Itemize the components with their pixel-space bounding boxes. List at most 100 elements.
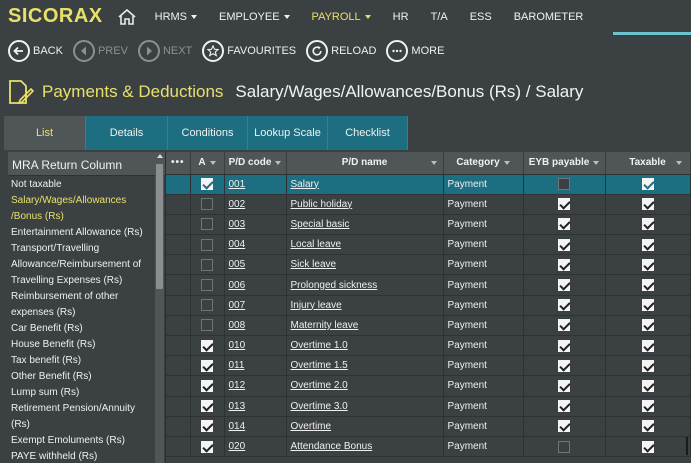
- checkbox-checked[interactable]: [201, 379, 213, 392]
- mra-column-item[interactable]: Not taxable: [8, 177, 156, 193]
- pd-code-link[interactable]: 012: [229, 380, 246, 391]
- checkbox-checked[interactable]: [641, 258, 654, 271]
- table-row[interactable]: 001 Salary Payment: [166, 174, 691, 195]
- nav-item-barometer[interactable]: BAROMETER: [514, 11, 584, 23]
- checkbox-checked[interactable]: [201, 178, 213, 191]
- checkbox-checked[interactable]: [201, 400, 213, 413]
- checkbox-unchecked[interactable]: [201, 279, 213, 292]
- pd-name-link[interactable]: Overtime 1.5: [291, 360, 348, 371]
- checkbox-checked[interactable]: [641, 218, 654, 231]
- pd-name-link[interactable]: Salary: [291, 179, 319, 190]
- tab-conditions[interactable]: Conditions: [168, 116, 248, 150]
- checkbox-checked[interactable]: [558, 379, 570, 392]
- panel-scrollbar[interactable]: [155, 152, 164, 463]
- row-handle-cell[interactable]: [166, 396, 191, 417]
- checkbox-checked[interactable]: [641, 400, 654, 413]
- row-handle-cell[interactable]: [166, 436, 191, 458]
- checkbox-checked[interactable]: [558, 400, 570, 413]
- mra-column-item[interactable]: Other Benefit (Rs): [8, 369, 156, 385]
- checkbox-unchecked[interactable]: [201, 198, 213, 211]
- row-handle-cell[interactable]: [166, 254, 191, 276]
- more-button[interactable]: MORE: [386, 40, 444, 62]
- tab-checklist[interactable]: Checklist: [328, 116, 408, 150]
- checkbox-checked[interactable]: [641, 420, 654, 433]
- checkbox-unchecked[interactable]: [201, 238, 213, 251]
- next-button[interactable]: NEXT: [137, 40, 192, 62]
- checkbox-checked[interactable]: [641, 440, 654, 453]
- column-menu-button[interactable]: •••: [166, 152, 191, 175]
- checkbox-checked[interactable]: [558, 339, 570, 352]
- filter-icon[interactable]: [593, 160, 600, 165]
- pd-name-link[interactable]: Prolonged sickness: [291, 280, 378, 291]
- checkbox-checked[interactable]: [558, 238, 570, 251]
- checkbox-checked[interactable]: [558, 420, 570, 433]
- app-logo[interactable]: SICORAX: [8, 5, 103, 28]
- checkbox-unchecked[interactable]: [201, 218, 213, 231]
- prev-button[interactable]: PREV: [72, 40, 128, 62]
- pd-name-link[interactable]: Overtime 1.0: [291, 340, 348, 351]
- pd-code-link[interactable]: 002: [229, 199, 246, 210]
- checkbox-checked[interactable]: [558, 299, 570, 312]
- checkbox-checked[interactable]: [641, 198, 654, 211]
- checkbox-checked[interactable]: [558, 218, 570, 231]
- checkbox-unchecked[interactable]: [201, 299, 213, 312]
- nav-item-hr[interactable]: HR: [393, 11, 409, 23]
- checkbox-checked[interactable]: [641, 279, 654, 292]
- pd-code-link[interactable]: 006: [229, 280, 246, 291]
- nav-item-ess[interactable]: ESS: [470, 11, 492, 23]
- filter-icon[interactable]: [503, 160, 510, 165]
- pd-name-link[interactable]: Attendance Bonus: [291, 441, 373, 452]
- checkbox-unchecked[interactable]: [201, 258, 213, 271]
- checkbox-checked[interactable]: [201, 359, 213, 372]
- pd-code-link[interactable]: 004: [229, 239, 246, 250]
- filter-icon[interactable]: [209, 160, 216, 165]
- pd-code-link[interactable]: 007: [229, 300, 246, 311]
- nav-item-payroll[interactable]: PAYROLL: [312, 11, 371, 23]
- pd-code-link[interactable]: 008: [229, 320, 246, 331]
- row-handle-cell[interactable]: [166, 375, 191, 397]
- table-row[interactable]: 005 Sick leave Payment: [166, 254, 691, 276]
- row-handle-cell[interactable]: [166, 295, 191, 316]
- checkbox-checked[interactable]: [201, 339, 213, 352]
- mra-column-item[interactable]: Salary/Wages/Allowances /Bonus (Rs): [8, 193, 156, 225]
- scroll-up-icon[interactable]: [157, 154, 163, 158]
- pd-name-link[interactable]: Overtime 3.0: [291, 401, 348, 412]
- pd-code-link[interactable]: 014: [229, 421, 246, 432]
- checkbox-unchecked[interactable]: [558, 178, 570, 191]
- pd-code-link[interactable]: 010: [229, 340, 246, 351]
- pd-code-link[interactable]: 011: [229, 360, 245, 371]
- checkbox-checked[interactable]: [558, 258, 570, 271]
- checkbox-checked[interactable]: [641, 319, 654, 332]
- checkbox-checked[interactable]: [641, 238, 654, 251]
- checkbox-checked[interactable]: [558, 279, 570, 292]
- col-header-eyb-payable[interactable]: EYB payable: [523, 152, 606, 175]
- nav-item-hrms[interactable]: HRMS: [155, 11, 198, 23]
- row-handle-cell[interactable]: [166, 335, 191, 357]
- row-handle-cell[interactable]: [166, 174, 191, 195]
- pd-code-link[interactable]: 003: [229, 219, 246, 230]
- pd-name-link[interactable]: Overtime 2.0: [291, 380, 348, 391]
- nav-item-t-a[interactable]: T/A: [431, 11, 448, 23]
- mra-column-item[interactable]: Car Benefit (Rs): [8, 321, 156, 337]
- col-header-taxable[interactable]: Taxable: [605, 152, 691, 175]
- checkbox-checked[interactable]: [641, 359, 654, 372]
- checkbox-checked[interactable]: [641, 379, 654, 392]
- pd-code-link[interactable]: 001: [229, 179, 246, 190]
- table-row[interactable]: 003 Special basic Payment: [166, 214, 691, 236]
- col-header-a[interactable]: A: [190, 152, 225, 175]
- pd-name-link[interactable]: Public holiday: [291, 199, 353, 210]
- pd-name-link[interactable]: Maternity leave: [291, 320, 359, 331]
- nav-item-employee[interactable]: EMPLOYEE: [219, 11, 290, 23]
- checkbox-checked[interactable]: [558, 319, 570, 332]
- table-row[interactable]: 012 Overtime 2.0 Payment: [166, 375, 691, 397]
- mra-column-item[interactable]: Retirement Pension/Annuity (Rs): [8, 401, 156, 433]
- mra-column-item[interactable]: Tax benefit (Rs): [8, 353, 156, 369]
- table-row[interactable]: 007 Injury leave Payment: [166, 295, 691, 316]
- checkbox-checked[interactable]: [641, 299, 654, 312]
- col-header-category[interactable]: Category: [443, 152, 524, 175]
- pd-name-link[interactable]: Injury leave: [291, 300, 342, 311]
- checkbox-checked[interactable]: [641, 178, 654, 191]
- table-row[interactable]: 014 Overtime Payment: [166, 416, 691, 437]
- pd-code-link[interactable]: 020: [229, 441, 246, 452]
- checkbox-unchecked[interactable]: [558, 440, 570, 453]
